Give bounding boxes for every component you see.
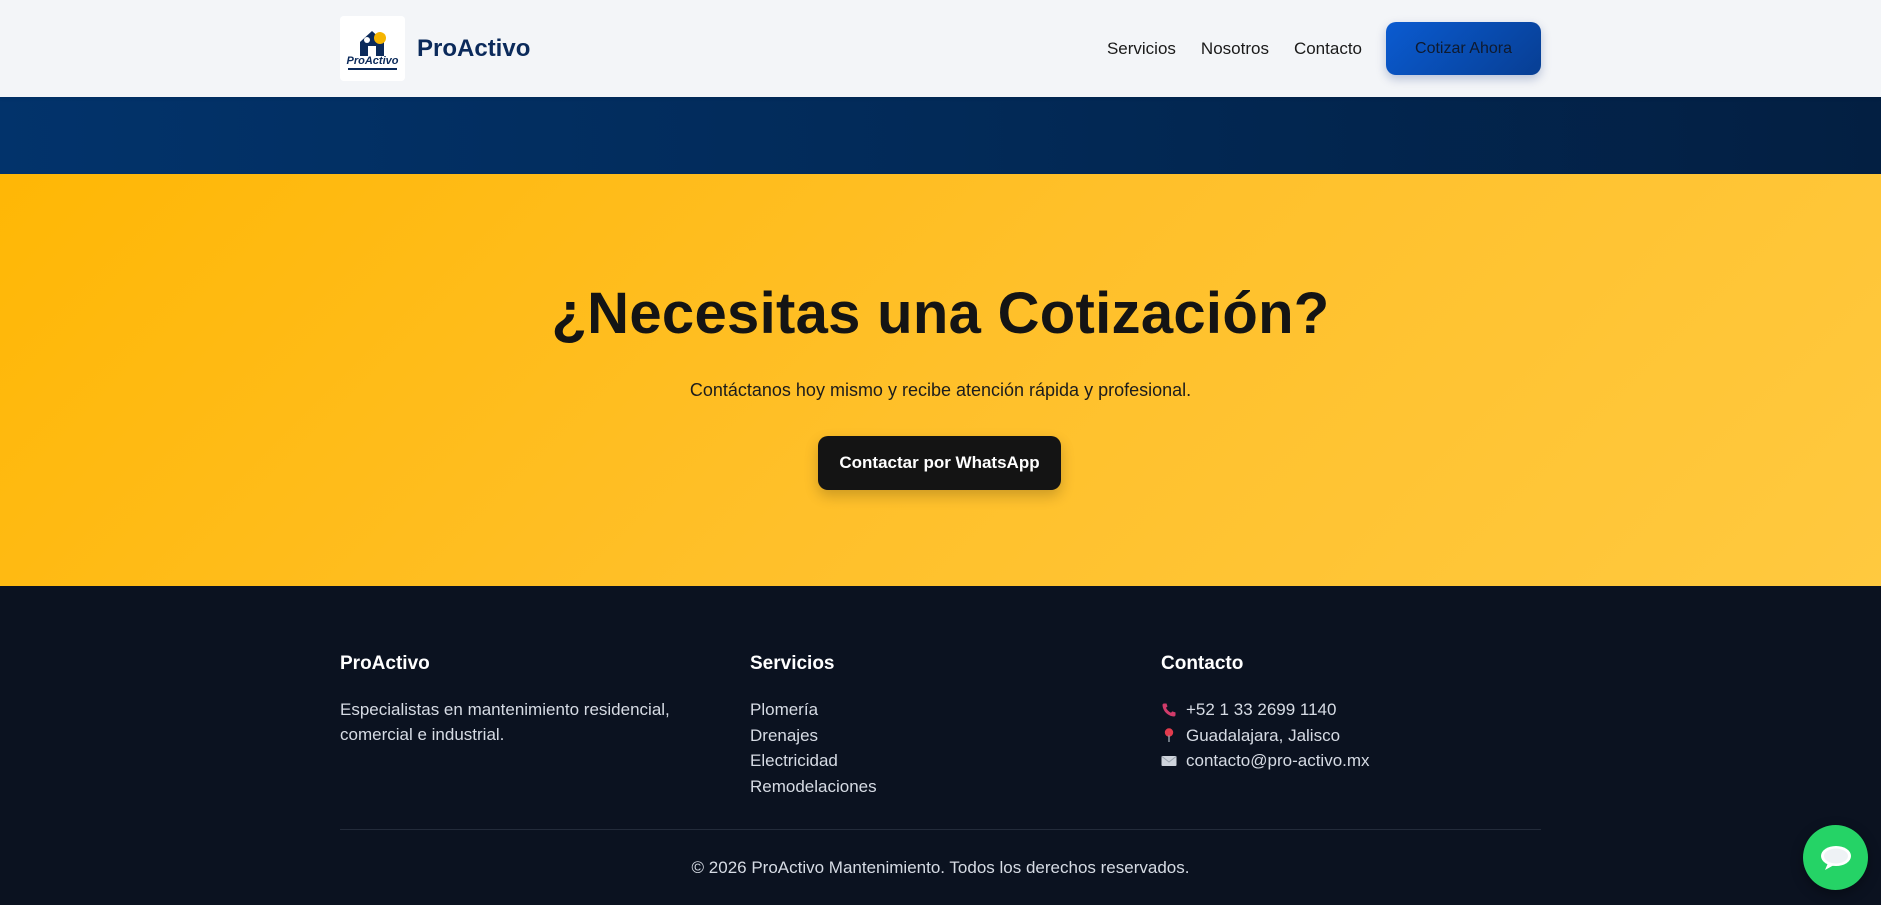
logo: ProActivo	[340, 16, 405, 81]
footer-services-title: Servicios	[750, 653, 835, 674]
main-nav: Servicios Nosotros Contacto Cotizar Ahor…	[1107, 22, 1541, 75]
cta-subtitle: Contáctanos hoy mismo y recibe atención …	[689, 380, 1192, 400]
footer-service-item[interactable]: Electricidad	[750, 748, 1050, 774]
site-header: ProActivo ProActivo Servicios Nosotros C…	[0, 0, 1881, 97]
floating-whatsapp-button[interactable]	[1803, 825, 1868, 890]
footer-about-title: ProActivo	[340, 653, 430, 674]
contact-email[interactable]: contacto@pro-activo.mx	[1161, 748, 1541, 774]
phone-icon	[1161, 702, 1177, 718]
quote-button[interactable]: Cotizar Ahora	[1386, 22, 1541, 75]
footer-services: Servicios Plomería Drenajes Electricidad…	[750, 653, 1050, 799]
header-container: ProActivo ProActivo Servicios Nosotros C…	[340, 0, 1541, 97]
nav-link-nosotros[interactable]: Nosotros	[1201, 39, 1269, 59]
footer-about-text-line2: comercial e industrial.	[340, 725, 505, 744]
envelope-icon	[1161, 753, 1177, 769]
contact-phone-text: +52 1 33 2699 1140	[1186, 700, 1337, 719]
cta-title: ¿Necesitas una Cotización?	[551, 281, 1330, 346]
contact-phone[interactable]: +52 1 33 2699 1140	[1161, 697, 1541, 723]
contact-email-text: contacto@pro-activo.mx	[1186, 751, 1370, 770]
footer-contact-title: Contacto	[1161, 653, 1244, 674]
logo-text: ProActivo	[346, 55, 399, 67]
footer-services-list: Plomería Drenajes Electricidad Remodelac…	[750, 697, 1050, 799]
brand-name: ProActivo	[417, 34, 531, 62]
site-footer: ProActivo Especialistas en mantenimiento…	[0, 586, 1881, 905]
footer-contact: Contacto +52 1 33 2699 1140 Guadalajara,…	[1161, 653, 1541, 774]
whatsapp-contact-button[interactable]: Contactar por WhatsApp	[818, 436, 1061, 490]
footer-service-item[interactable]: Plomería	[750, 697, 1050, 723]
footer-about-text-line1: Especialistas en mantenimiento residenci…	[340, 700, 670, 719]
brand[interactable]: ProActivo ProActivo	[340, 16, 530, 81]
hero-band	[0, 97, 1881, 174]
footer-service-item[interactable]: Drenajes	[750, 723, 1050, 749]
footer-divider	[340, 829, 1541, 830]
contact-location-text: Guadalajara, Jalisco	[1186, 725, 1341, 745]
chat-bubble-icon	[1820, 845, 1851, 870]
footer-about: ProActivo Especialistas en mantenimiento…	[340, 653, 700, 747]
quote-cta-section: ¿Necesitas una Cotización? Contáctanos h…	[0, 174, 1881, 586]
contact-location: Guadalajara, Jalisco	[1161, 723, 1541, 749]
footer-service-item[interactable]: Remodelaciones	[750, 774, 1050, 800]
nav-link-contacto[interactable]: Contacto	[1294, 39, 1362, 59]
logo-image	[340, 16, 405, 81]
nav-link-servicios[interactable]: Servicios	[1107, 39, 1176, 59]
copyright: © 2026 ProActivo Mantenimiento. Todos lo…	[691, 858, 1190, 877]
map-pin-icon	[1161, 727, 1177, 743]
